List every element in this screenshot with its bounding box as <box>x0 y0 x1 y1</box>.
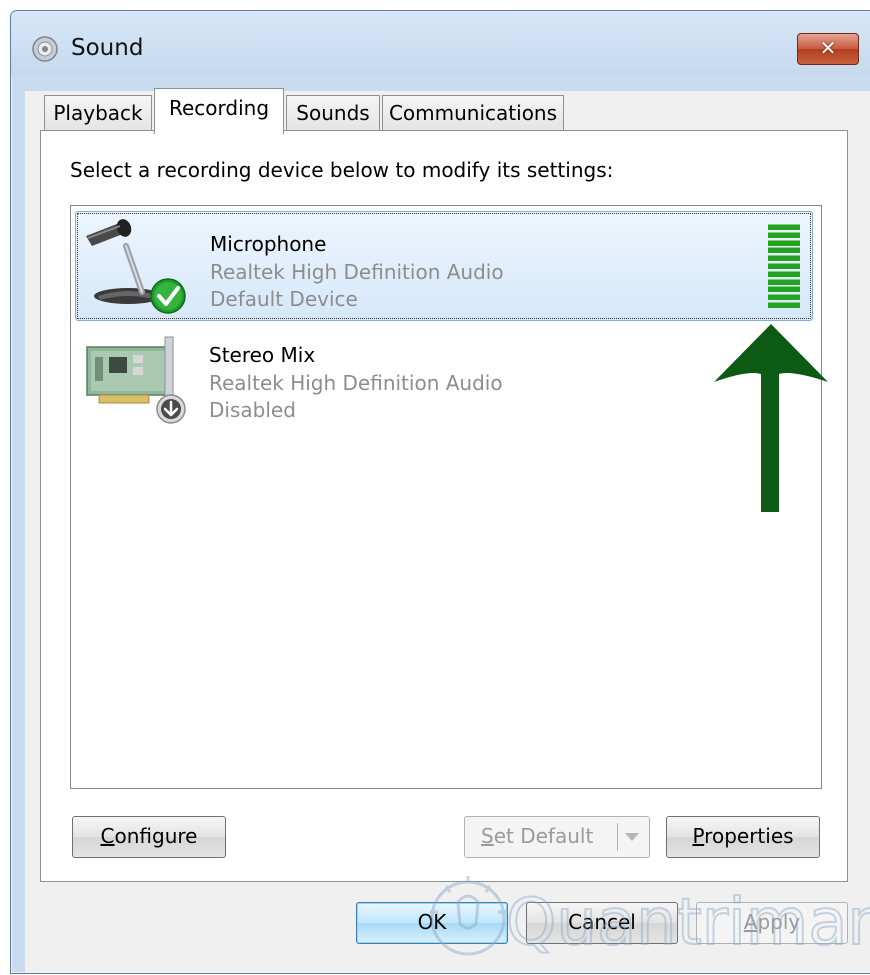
default-check-icon <box>150 278 186 314</box>
set-default-label: et Default <box>493 824 594 848</box>
properties-button[interactable]: Properties <box>666 816 820 858</box>
tab-playback[interactable]: Playback <box>44 95 152 133</box>
level-meter <box>768 224 800 308</box>
device-name: Microphone <box>210 232 327 256</box>
set-default-button[interactable]: Set Default <box>464 816 650 858</box>
tab-sounds[interactable]: Sounds <box>286 95 380 133</box>
device-name: Stereo Mix <box>209 343 316 367</box>
chevron-down-icon[interactable] <box>625 833 639 841</box>
sound-card-icon <box>86 336 186 424</box>
tab-recording[interactable]: Recording <box>154 88 284 134</box>
level-bar <box>768 294 800 301</box>
watermark-logo: Quantrimang <box>430 876 870 961</box>
level-bar <box>768 231 800 238</box>
device-status: Default Device <box>210 287 358 311</box>
properties-label: roperties <box>704 824 794 848</box>
window-title: Sound <box>71 35 144 61</box>
device-microphone[interactable]: Microphone Realtek High Definition Audio… <box>75 211 813 321</box>
configure-label: onfigure <box>114 824 198 848</box>
svg-text:Quantrimang: Quantrimang <box>506 886 870 960</box>
device-status: Disabled <box>209 398 296 422</box>
split-separator <box>617 823 618 851</box>
level-bar <box>768 301 800 308</box>
level-bar <box>768 286 800 293</box>
device-stereo-mix[interactable]: Stereo Mix Realtek High Definition Audio… <box>75 323 813 433</box>
set-default-accelerator: S <box>481 824 494 848</box>
device-description: Realtek High Definition Audio <box>210 260 504 284</box>
close-button[interactable]: ✕ <box>797 33 859 65</box>
level-bar <box>768 247 800 254</box>
microphone-icon <box>86 219 186 314</box>
level-bar <box>768 239 800 246</box>
close-icon: ✕ <box>819 36 837 60</box>
title-bar[interactable]: Sound ✕ <box>11 11 870 75</box>
disabled-down-arrow-icon <box>156 394 186 424</box>
speaker-icon <box>32 36 58 62</box>
instruction-text: Select a recording device below to modif… <box>70 158 614 182</box>
level-bar <box>768 262 800 269</box>
properties-accelerator: P <box>692 824 705 848</box>
level-bar <box>768 270 800 277</box>
level-bar <box>768 278 800 285</box>
recording-device-list[interactable]: Microphone Realtek High Definition Audio… <box>70 205 822 789</box>
tab-communications[interactable]: Communications <box>382 95 564 133</box>
level-bar <box>768 224 800 230</box>
level-bar <box>768 255 800 262</box>
configure-button[interactable]: Configure <box>72 816 226 858</box>
configure-accelerator: C <box>100 824 115 848</box>
annotation-up-arrow-icon <box>714 324 828 512</box>
device-description: Realtek High Definition Audio <box>209 371 503 395</box>
